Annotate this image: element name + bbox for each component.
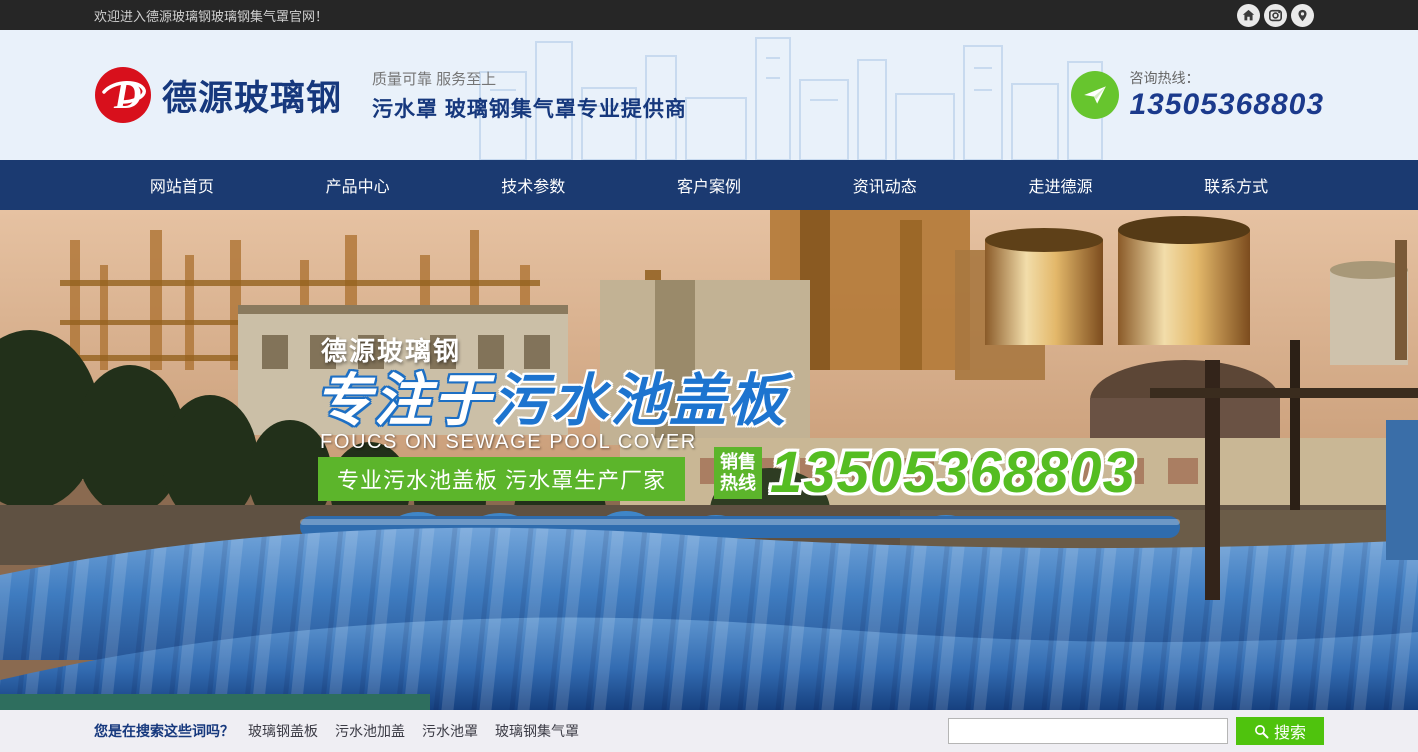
hot-keywords: 玻璃钢盖板 污水池加盖 污水池罩 玻璃钢集气罩 <box>248 721 579 741</box>
keyword-link-2[interactable]: 污水池加盖 <box>335 721 405 741</box>
camera-icon[interactable] <box>1264 4 1287 27</box>
logo-icon[interactable]: D <box>94 66 152 124</box>
nav-item-home[interactable]: 网站首页 <box>94 160 270 210</box>
header-hotline: 咨询热线： 13505368803 <box>1071 68 1324 122</box>
hero-banner: 德源玻璃钢 专注于污水池盖板 FOUCS ON SEWAGE POOL COVE… <box>0 210 1418 710</box>
logo-text[interactable]: 德源玻璃钢 <box>162 70 342 121</box>
welcome-text: 欢迎进入德源玻璃钢玻璃钢集气罩官网！ <box>94 6 328 25</box>
search-input[interactable] <box>948 718 1228 744</box>
slogan-line2: 污水罩 玻璃钢集气罩专业提供商 <box>372 93 687 123</box>
main-nav: 网站首页 产品中心 技术参数 客户案例 资讯动态 走进德源 联系方式 <box>0 160 1418 210</box>
nav-item-news[interactable]: 资讯动态 <box>797 160 973 210</box>
home-icon[interactable] <box>1237 4 1260 27</box>
header-slogan: 质量可靠 服务至上 污水罩 玻璃钢集气罩专业提供商 <box>372 68 687 123</box>
hotline-label: 咨询热线： <box>1129 68 1324 88</box>
nav-item-products[interactable]: 产品中心 <box>270 160 446 210</box>
nav-item-specs[interactable]: 技术参数 <box>445 160 621 210</box>
hero-subtitle-en: FOUCS ON SEWAGE POOL COVER <box>320 431 697 454</box>
paper-plane-icon <box>1071 71 1119 119</box>
nav-item-contact[interactable]: 联系方式 <box>1148 160 1324 210</box>
nav-item-cases[interactable]: 客户案例 <box>621 160 797 210</box>
search-strip: 您是在搜索这些词吗？ 玻璃钢盖板 污水池加盖 污水池罩 玻璃钢集气罩 搜索 <box>0 710 1418 752</box>
hero-title: 专注于污水池盖板 <box>315 355 787 437</box>
social-icons <box>1237 4 1324 27</box>
nav-item-about[interactable]: 走进德源 <box>973 160 1149 210</box>
search-button[interactable]: 搜索 <box>1236 717 1324 745</box>
hero-title-prefix: 专注于 <box>315 369 492 433</box>
search-prompt: 您是在搜索这些词吗？ <box>94 721 234 741</box>
sale-hotline-number: 13505368803 <box>770 444 1136 502</box>
hotline-number: 13505368803 <box>1129 88 1324 122</box>
location-icon[interactable] <box>1291 4 1314 27</box>
keyword-link-3[interactable]: 污水池罩 <box>422 721 478 741</box>
top-bar: 欢迎进入德源玻璃钢玻璃钢集气罩官网！ <box>0 0 1418 30</box>
keyword-link-4[interactable]: 玻璃钢集气罩 <box>495 721 579 741</box>
hero-photo <box>0 210 1418 710</box>
hero-title-main: 污水池盖板 <box>492 369 787 433</box>
hero-sale-hotline: 销售 热线 13505368803 <box>714 444 1136 502</box>
slogan-line1: 质量可靠 服务至上 <box>372 68 687 89</box>
keyword-link-1[interactable]: 玻璃钢盖板 <box>248 721 318 741</box>
site-header: D 德源玻璃钢 质量可靠 服务至上 污水罩 玻璃钢集气罩专业提供商 咨询热线： … <box>0 30 1418 160</box>
sale-hotline-label: 销售 热线 <box>714 447 762 498</box>
search-button-label: 搜索 <box>1274 719 1306 743</box>
magnifier-icon <box>1254 724 1269 739</box>
hero-tagline-banner: 专业污水池盖板 污水罩生产厂家 <box>318 457 685 501</box>
